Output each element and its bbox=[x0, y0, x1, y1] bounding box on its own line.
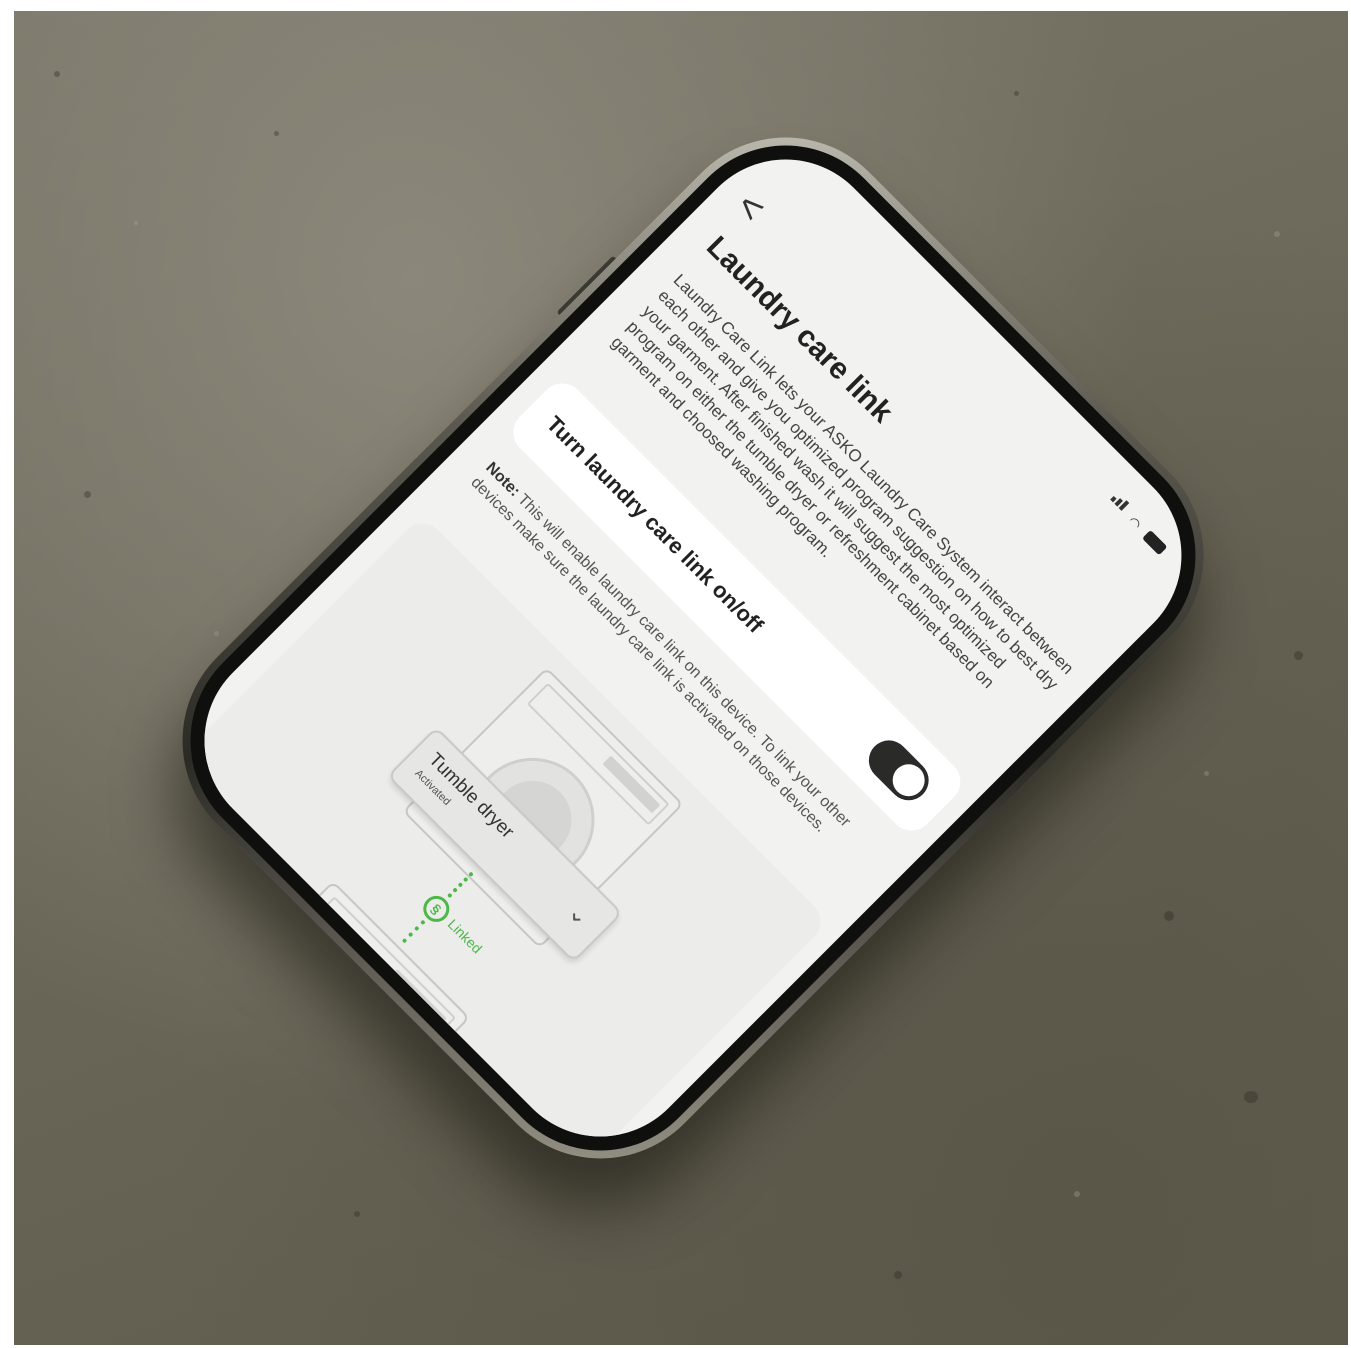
washing-machine-illustration bbox=[188, 880, 471, 1163]
background-surface: ◠ < Laundry care link Laundry Care Link … bbox=[14, 11, 1348, 1345]
laundry-care-link-toggle[interactable] bbox=[860, 732, 937, 809]
phone-device: ◠ < Laundry care link Laundry Care Link … bbox=[133, 88, 1253, 1208]
status-bar: ◠ bbox=[1107, 490, 1172, 556]
back-button[interactable]: < bbox=[728, 185, 773, 230]
link-line-bottom bbox=[401, 919, 426, 944]
device-status: Activated bbox=[214, 965, 255, 1006]
device-name: Washing machine bbox=[226, 947, 348, 1069]
toggle-knob bbox=[886, 757, 932, 803]
wifi-icon: ◠ bbox=[1124, 512, 1145, 533]
chevron-down-icon: ⌄ bbox=[364, 1096, 398, 1130]
chevron-down-icon: ⌄ bbox=[562, 898, 596, 932]
battery-icon bbox=[1142, 529, 1168, 556]
phone-screen: ◠ < Laundry care link Laundry Care Link … bbox=[164, 119, 1222, 1177]
linked-label: Linked bbox=[444, 915, 486, 957]
signal-icon bbox=[1107, 490, 1132, 515]
link-line-top bbox=[446, 871, 474, 899]
